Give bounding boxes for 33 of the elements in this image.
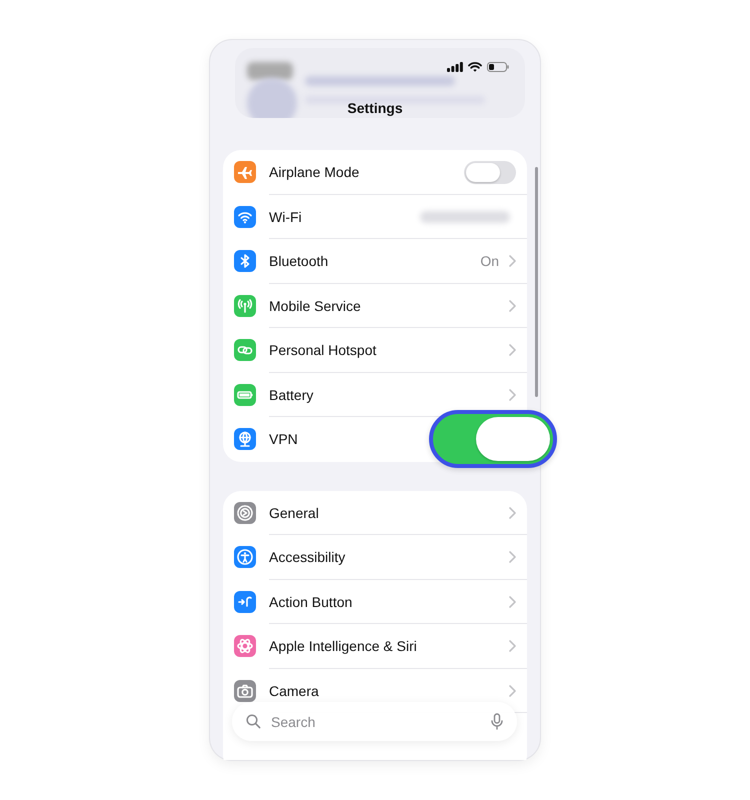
- row-label: Apple Intelligence & Siri: [269, 638, 418, 654]
- row-label: Airplane Mode: [269, 164, 360, 180]
- chevron-icon: [509, 255, 516, 268]
- chevron-icon: [509, 388, 516, 401]
- row-label: Bluetooth: [269, 253, 330, 270]
- chevron-icon: [509, 344, 516, 356]
- chevron-icon: [509, 506, 516, 519]
- search-icon: [246, 714, 261, 729]
- row-label: Mobile Service: [269, 298, 362, 314]
- wifi-icon: [468, 62, 482, 72]
- chevron-icon: [509, 596, 516, 608]
- microphone-icon[interactable]: [491, 713, 503, 730]
- chevron-icon: [509, 551, 516, 564]
- row-label: Action Button: [269, 594, 354, 610]
- search-bar[interactable]: Search: [232, 702, 517, 741]
- settings-row[interactable]: VPN: [223, 428, 427, 450]
- row-label: General: [269, 504, 320, 521]
- battery-icon: [487, 62, 509, 72]
- chevron-icon: [509, 684, 516, 697]
- chevron-icon: [509, 300, 516, 312]
- signal-icon: [447, 62, 463, 72]
- row-label: Battery: [269, 386, 314, 403]
- row-label: Wi-Fi: [269, 208, 303, 225]
- row-label: Accessibility: [269, 549, 346, 566]
- row-label: Personal Hotspot: [269, 342, 378, 358]
- screen-title: Settings: [346, 100, 404, 116]
- toggle-switch[interactable]: [464, 160, 516, 184]
- chevron-icon: [509, 640, 516, 652]
- search-input[interactable]: Search: [269, 712, 483, 730]
- row-value: On: [480, 253, 499, 270]
- toggle-switch[interactable]: [429, 410, 557, 468]
- row-label: VPN: [269, 431, 299, 448]
- row-label: Camera: [269, 682, 320, 699]
